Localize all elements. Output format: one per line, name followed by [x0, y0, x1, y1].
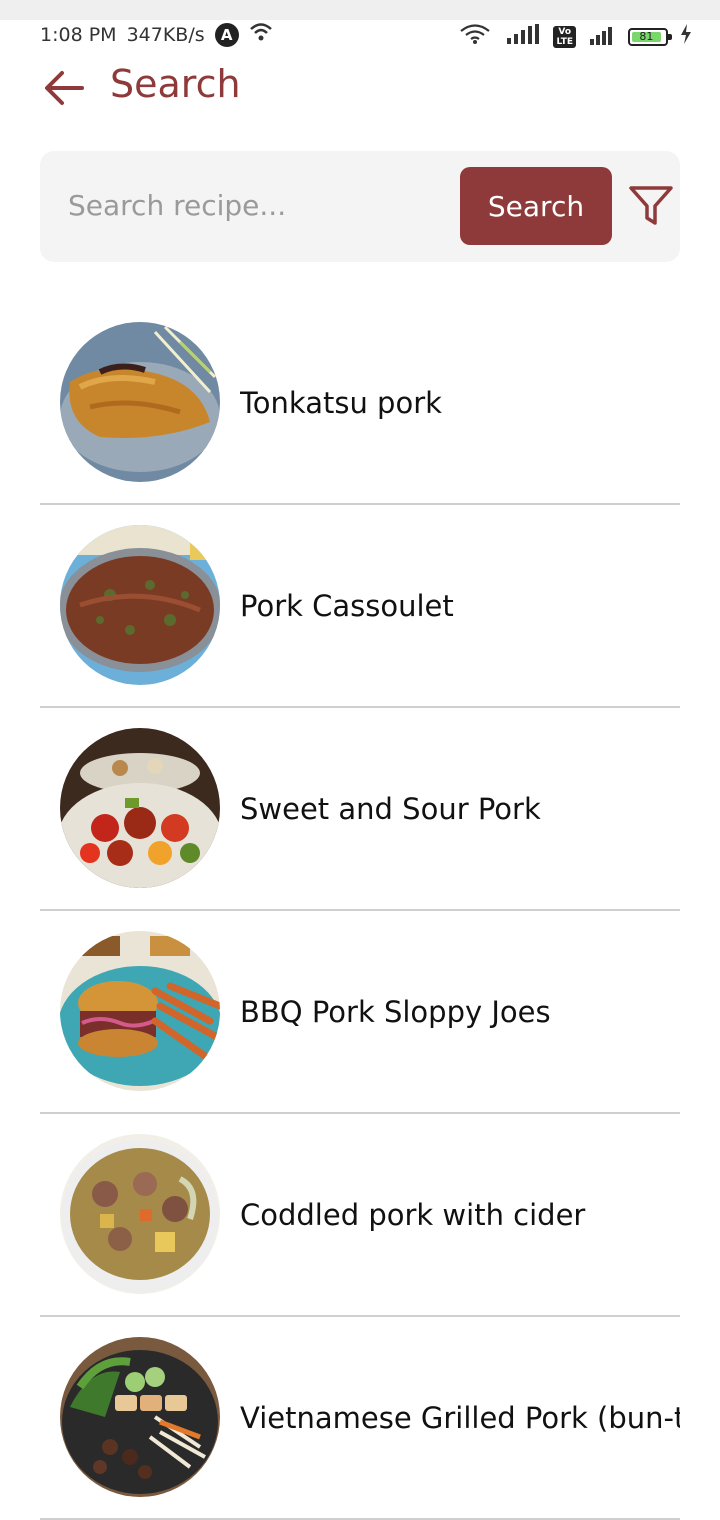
recipe-image [60, 1134, 220, 1294]
recipe-name: Pork Cassoulet [240, 588, 454, 623]
recipe-image [60, 931, 220, 1091]
battery-icon: 81 [628, 27, 672, 46]
recipe-image [60, 525, 220, 685]
recipe-name: Tonkatsu pork [240, 385, 442, 420]
recipe-image [60, 322, 220, 482]
status-network-speed: 347KB/s [126, 23, 205, 46]
filter-button[interactable] [626, 181, 676, 231]
back-button[interactable] [40, 64, 88, 112]
hotspot-icon [459, 23, 491, 50]
status-bar: 1:08 PM 347KB/s A Vo LTE 81 [0, 20, 720, 50]
signal-4g-icon [503, 22, 541, 51]
recipe-name: Vietnamese Grilled Pork (bun-thit-nuong) [240, 1400, 680, 1435]
recipe-image [60, 1337, 220, 1497]
recipe-item[interactable]: Coddled pork with cider [40, 1114, 680, 1317]
recipe-item[interactable]: Vietnamese Grilled Pork (bun-thit-nuong) [40, 1317, 680, 1520]
status-left: 1:08 PM 347KB/s A [40, 22, 273, 47]
recipe-item[interactable]: BBQ Pork Sloppy Joes [40, 911, 680, 1114]
search-bar: Search [40, 151, 680, 262]
recipe-item[interactable]: Pork Cassoulet [40, 505, 680, 708]
wifi-icon [249, 22, 273, 47]
search-button[interactable]: Search [460, 167, 612, 245]
recipe-item[interactable]: Tonkatsu pork [40, 302, 680, 505]
top-strip [0, 0, 720, 20]
recipe-name: Coddled pork with cider [240, 1197, 586, 1232]
status-time: 1:08 PM [40, 23, 117, 46]
signal-icon [588, 23, 616, 50]
app-notification-icon: A [214, 22, 239, 47]
battery-level: 81 [632, 30, 661, 43]
volte-icon: Vo LTE [553, 25, 576, 48]
recipe-item[interactable]: Sweet and Sour Pork [40, 708, 680, 911]
charging-icon [680, 23, 692, 50]
status-right: Vo LTE 81 [459, 22, 692, 51]
recipe-name: BBQ Pork Sloppy Joes [240, 994, 551, 1029]
arrow-left-icon [45, 71, 84, 105]
recipe-image [60, 728, 220, 888]
recipe-name: Sweet and Sour Pork [240, 791, 541, 826]
page-title: Search [110, 62, 241, 106]
filter-icon [629, 186, 673, 225]
app-header: Search [0, 60, 720, 116]
search-input[interactable] [58, 179, 468, 231]
recipe-list: Tonkatsu pork Pork Cassoulet Sweet and S… [40, 302, 680, 1520]
